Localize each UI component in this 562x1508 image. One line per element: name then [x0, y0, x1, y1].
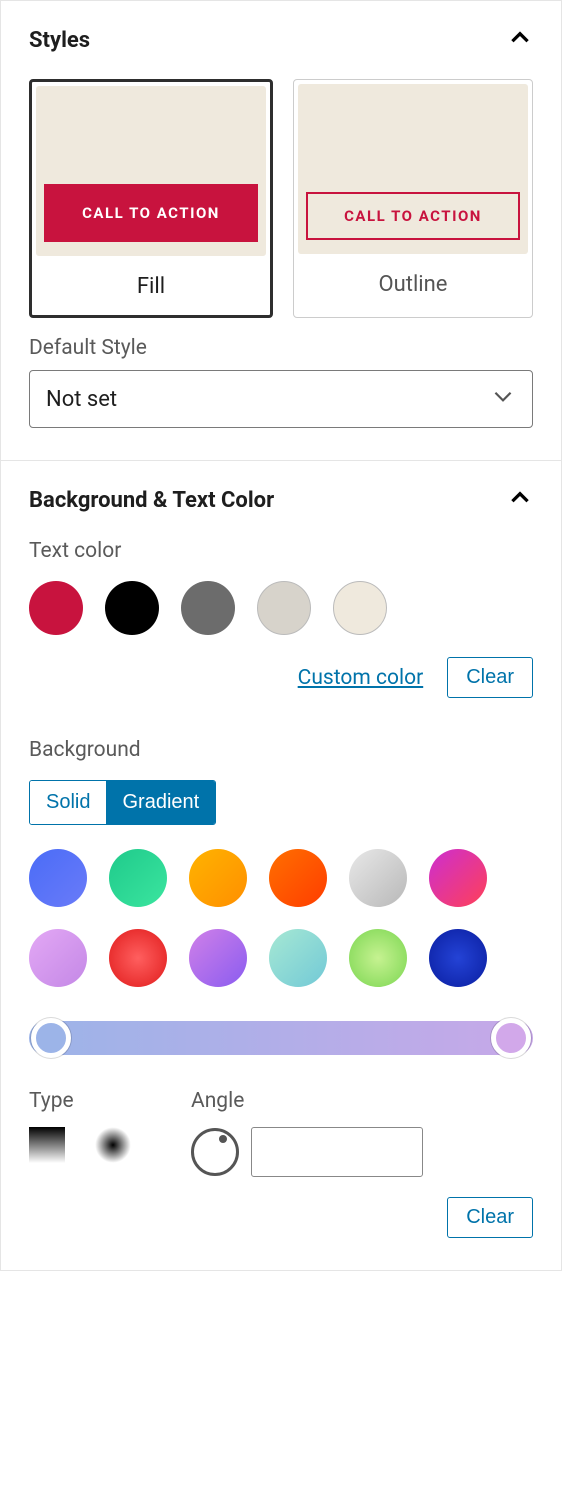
gradient-controls: Type Angle — [29, 1089, 533, 1177]
gradient-swatch[interactable] — [29, 849, 87, 907]
angle-dial[interactable] — [191, 1128, 239, 1176]
default-style-label: Default Style — [29, 336, 533, 360]
text-color-swatch[interactable] — [105, 581, 159, 635]
style-card-fill[interactable]: CALL TO ACTION Fill — [29, 79, 273, 318]
angle-label: Angle — [191, 1089, 423, 1113]
default-style-select[interactable]: Not set — [29, 370, 533, 428]
style-label-fill: Fill — [32, 260, 270, 315]
gradient-swatch[interactable] — [109, 849, 167, 907]
color-section-header[interactable]: Background & Text Color — [29, 485, 533, 515]
gradient-swatch[interactable] — [269, 849, 327, 907]
gradient-swatch[interactable] — [189, 849, 247, 907]
clear-text-color-button[interactable]: Clear — [447, 657, 533, 698]
gradient-stop-left[interactable] — [31, 1018, 71, 1058]
styles-title: Styles — [29, 28, 90, 53]
angle-input[interactable] — [251, 1127, 423, 1177]
text-color-swatch[interactable] — [29, 581, 83, 635]
background-label: Background — [29, 738, 533, 762]
seg-gradient-button[interactable]: Gradient — [106, 781, 215, 824]
style-card-outline[interactable]: CALL TO ACTION Outline — [293, 79, 533, 318]
gradient-slider[interactable] — [29, 1015, 533, 1061]
gradient-type-radial-icon[interactable] — [95, 1127, 131, 1163]
color-title: Background & Text Color — [29, 488, 274, 513]
gradient-swatch[interactable] — [349, 849, 407, 907]
style-label-outline: Outline — [294, 258, 532, 313]
gradient-swatch[interactable] — [429, 849, 487, 907]
gradient-angle-group: Angle — [191, 1089, 423, 1177]
text-color-label: Text color — [29, 539, 533, 563]
gradient-swatch[interactable] — [349, 929, 407, 987]
style-preview-fill: CALL TO ACTION — [36, 86, 266, 256]
text-color-actions: Custom color Clear — [29, 657, 533, 698]
gradient-swatch[interactable] — [189, 929, 247, 987]
chevron-up-icon — [507, 25, 533, 55]
gradient-bar — [29, 1021, 533, 1055]
style-variations: CALL TO ACTION Fill CALL TO ACTION Outli… — [29, 79, 533, 318]
background-actions: Clear — [29, 1197, 533, 1238]
chevron-up-icon — [507, 485, 533, 515]
default-style-value: Not set — [46, 387, 117, 412]
gradient-type-group: Type — [29, 1089, 131, 1177]
gradient-stop-right[interactable] — [491, 1018, 531, 1058]
chevron-down-icon — [490, 383, 516, 415]
gradient-swatch[interactable] — [109, 929, 167, 987]
gradient-swatch[interactable] — [29, 929, 87, 987]
text-color-swatch[interactable] — [181, 581, 235, 635]
clear-background-button[interactable]: Clear — [447, 1197, 533, 1238]
text-color-swatches — [29, 581, 533, 635]
text-color-swatch[interactable] — [333, 581, 387, 635]
cta-button-preview: CALL TO ACTION — [306, 192, 520, 240]
gradient-swatches — [29, 849, 533, 987]
gradient-type-options — [29, 1127, 131, 1163]
gradient-type-linear-icon[interactable] — [29, 1127, 65, 1163]
text-color-swatch[interactable] — [257, 581, 311, 635]
style-preview-outline: CALL TO ACTION — [298, 84, 528, 254]
inspector-panel: Styles CALL TO ACTION Fill CALL TO ACTIO… — [0, 0, 562, 1271]
cta-button-preview: CALL TO ACTION — [44, 184, 258, 242]
custom-color-link[interactable]: Custom color — [298, 666, 424, 690]
gradient-swatch[interactable] — [429, 929, 487, 987]
background-type-segmented: Solid Gradient — [29, 780, 216, 825]
seg-solid-button[interactable]: Solid — [30, 781, 106, 824]
styles-section-header[interactable]: Styles — [29, 25, 533, 55]
angle-dial-indicator — [219, 1135, 227, 1143]
gradient-swatch[interactable] — [269, 929, 327, 987]
styles-section: Styles CALL TO ACTION Fill CALL TO ACTIO… — [1, 1, 561, 461]
type-label: Type — [29, 1089, 131, 1113]
color-section: Background & Text Color Text color Custo… — [1, 461, 561, 1270]
